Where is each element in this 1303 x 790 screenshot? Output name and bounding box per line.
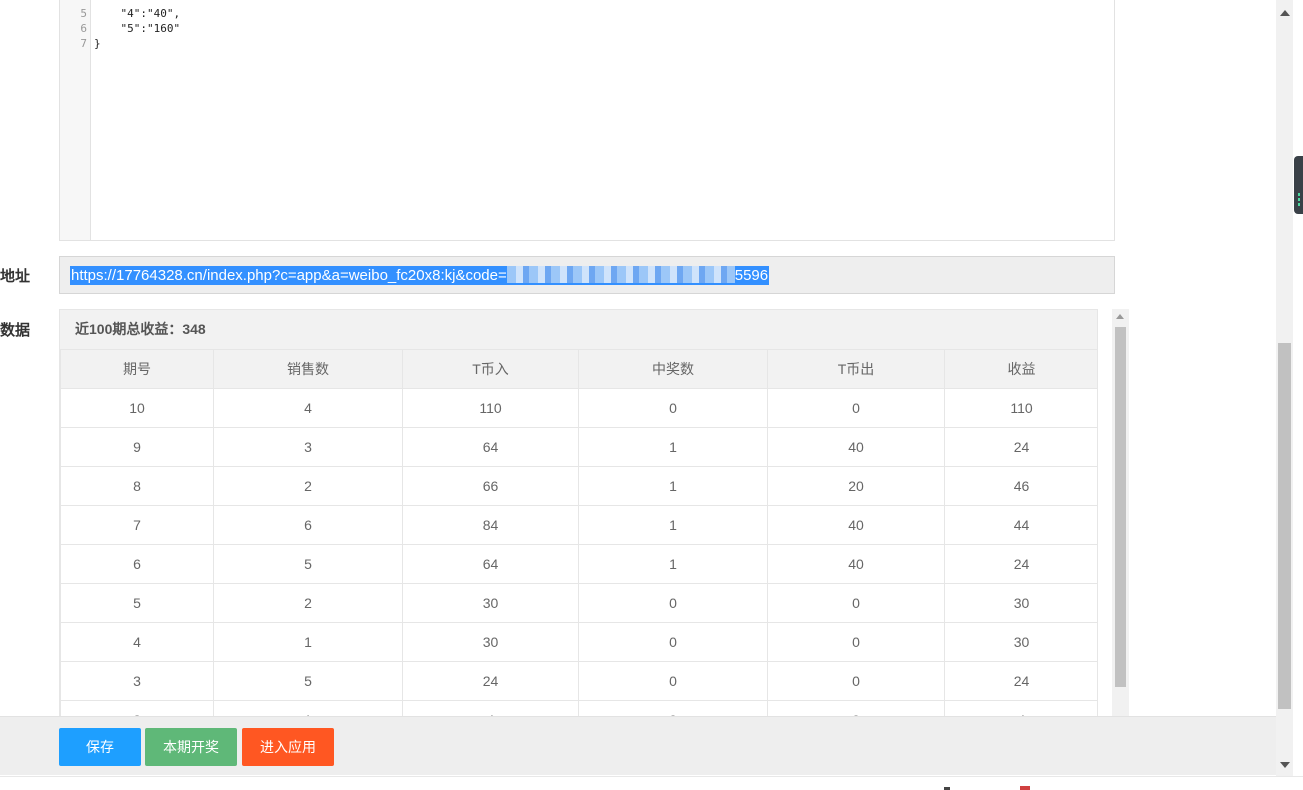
table-row: 3 5 24 0 0 24 <box>60 661 1097 701</box>
code-text: } <box>94 37 101 50</box>
table-cell: 66 <box>402 466 579 506</box>
table-row: 10 4 110 0 0 110 <box>60 388 1097 428</box>
table-cell: 0 <box>578 388 768 428</box>
table-cell: 4 <box>60 622 214 662</box>
table-cell: 10 <box>60 388 214 428</box>
table-row: 7 6 84 1 40 44 <box>60 505 1097 545</box>
table-row: 4 1 30 0 0 30 <box>60 622 1097 662</box>
total-income-summary: 近100期总收益：348 <box>75 321 206 337</box>
table-cell: 4 <box>213 388 403 428</box>
table-row: 8 2 66 1 20 46 <box>60 466 1097 506</box>
table-row: 6 5 64 1 40 24 <box>60 544 1097 584</box>
table-cell: 5 <box>213 661 403 701</box>
table-cell: 0 <box>767 661 945 701</box>
handle-dot-icon <box>1298 193 1300 196</box>
page-scrollbar[interactable] <box>1276 0 1293 776</box>
line-number: 7 <box>80 37 87 50</box>
table-cell: 20 <box>767 466 945 506</box>
code-editor[interactable]: 5 "4":"40", 6 "5":"160" 7 } <box>59 0 1115 241</box>
redacted-code-blur <box>506 266 735 283</box>
address-label: 地址 <box>0 268 31 285</box>
table-cell: 44 <box>944 505 1097 545</box>
table-cell: 6 <box>60 544 214 584</box>
table-cell: 5 <box>60 583 214 623</box>
table-cell: 24 <box>944 661 1097 701</box>
column-header: T币入 <box>402 349 579 389</box>
table-cell: 64 <box>402 427 579 467</box>
table-cell: 8 <box>60 466 214 506</box>
line-number: 6 <box>80 22 87 35</box>
address-url-selected[interactable]: https://17764328.cn/index.php?c=app&a=we… <box>70 266 770 285</box>
table-cell: 64 <box>402 544 579 584</box>
table-cell: 1 <box>578 427 768 467</box>
table-cell: 9 <box>60 427 214 467</box>
table-cell: 110 <box>944 388 1097 428</box>
draw-lottery-button[interactable]: 本期开奖 <box>145 728 237 766</box>
table-cell: 40 <box>767 505 945 545</box>
column-header: 收益 <box>944 349 1097 389</box>
side-panel-handle[interactable] <box>1294 156 1303 214</box>
table-header-row: 期号 销售数 T币入 中奖数 T币出 收益 <box>60 349 1097 389</box>
table-cell: 24 <box>944 544 1097 584</box>
address-field[interactable]: https://17764328.cn/index.php?c=app&a=we… <box>59 256 1115 294</box>
column-header: 中奖数 <box>578 349 768 389</box>
enter-app-button[interactable]: 进入应用 <box>242 728 334 766</box>
url-prefix: https://17764328.cn/index.php?c=app&a=we… <box>71 267 507 284</box>
table-cell: 3 <box>60 661 214 701</box>
table-cell: 1 <box>578 466 768 506</box>
data-panel: 近100期总收益：348 期号 销售数 T币入 中奖数 T币出 收益 10 4 11… <box>59 309 1098 729</box>
table-cell: 2 <box>213 466 403 506</box>
table-cell: 30 <box>944 622 1097 662</box>
column-header: T币出 <box>767 349 945 389</box>
table-cell: 0 <box>767 622 945 662</box>
table-cell: 0 <box>767 583 945 623</box>
code-text: "4":"40", <box>94 7 181 20</box>
table-cell: 1 <box>578 505 768 545</box>
table-cell: 0 <box>578 622 768 662</box>
scrollbar-thumb[interactable] <box>1278 343 1291 709</box>
table-cell: 40 <box>767 544 945 584</box>
table-cell: 5 <box>213 544 403 584</box>
table-cell: 0 <box>767 388 945 428</box>
table-cell: 3 <box>213 427 403 467</box>
table-cell: 40 <box>767 427 945 467</box>
table-cell: 1 <box>578 544 768 584</box>
table-cell: 30 <box>402 622 579 662</box>
table-cell: 0 <box>578 583 768 623</box>
column-header: 销售数 <box>213 349 403 389</box>
scroll-down-arrow-icon[interactable] <box>1280 762 1290 768</box>
table-cell: 7 <box>60 505 214 545</box>
url-suffix: 5596 <box>734 267 769 284</box>
handle-dot-icon <box>1298 198 1300 201</box>
table-cell: 30 <box>402 583 579 623</box>
handle-dot-icon <box>1298 203 1300 206</box>
line-number: 5 <box>80 7 87 20</box>
scroll-up-arrow-icon[interactable] <box>1116 314 1124 319</box>
table-cell: 2 <box>213 583 403 623</box>
partial-icon <box>1020 786 1030 790</box>
income-table: 期号 销售数 T币入 中奖数 T币出 收益 10 4 110 0 0 110 9 3 64 1 40… <box>60 349 1097 728</box>
table-cell: 24 <box>402 661 579 701</box>
action-footer: 保存 本期开奖 进入应用 <box>0 716 1276 775</box>
column-header: 期号 <box>60 349 214 389</box>
table-row: 5 2 30 0 0 30 <box>60 583 1097 623</box>
table-scrollbar[interactable] <box>1112 309 1129 729</box>
table-cell: 30 <box>944 583 1097 623</box>
code-text: "5":"160" <box>94 22 181 35</box>
table-row: 9 3 64 1 40 24 <box>60 427 1097 467</box>
scrollbar-thumb[interactable] <box>1115 327 1126 687</box>
table-cell: 46 <box>944 466 1097 506</box>
data-label: 数据 <box>0 322 31 339</box>
table-cell: 110 <box>402 388 579 428</box>
table-cell: 6 <box>213 505 403 545</box>
scroll-up-arrow-icon[interactable] <box>1280 10 1290 16</box>
table-cell: 1 <box>213 622 403 662</box>
bottom-strip <box>0 776 1303 790</box>
table-cell: 84 <box>402 505 579 545</box>
save-button[interactable]: 保存 <box>59 728 141 766</box>
table-cell: 24 <box>944 427 1097 467</box>
table-cell: 0 <box>578 661 768 701</box>
